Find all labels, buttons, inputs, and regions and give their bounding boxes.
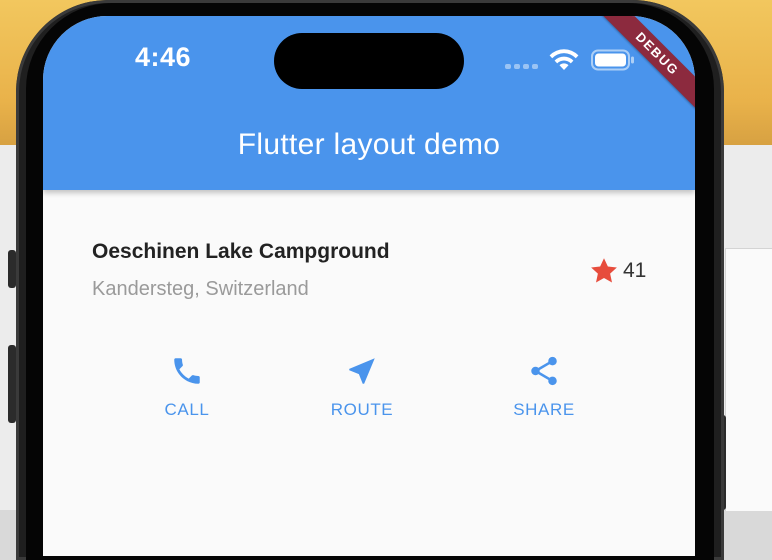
background-window-edge [725,248,772,511]
rating-count: 41 [623,259,647,282]
share-button[interactable]: SHARE [474,354,614,420]
battery-icon [591,49,634,71]
star-icon[interactable] [589,256,619,286]
navigation-icon [349,358,375,384]
dynamic-island [274,33,464,89]
route-label: ROUTE [330,400,394,419]
place-location: Kandersteg, Switzerland [92,278,309,300]
share-label: SHARE [513,400,575,419]
phone-icon [174,358,200,384]
device-volume-up-button[interactable] [8,345,16,423]
favorite-rating[interactable]: 41 [589,256,646,286]
status-bar-time: 4:46 [135,42,192,72]
wifi-icon [549,49,579,70]
share-icon [531,356,557,386]
place-name: Oeschinen Lake Campground [92,240,390,263]
call-button[interactable]: CALL [117,354,257,420]
button-section: CALL ROUTE SHARE [43,354,695,444]
cellular-signal-icon [505,64,538,69]
title-section: Oeschinen Lake Campground Kandersteg, Sw… [92,240,652,301]
route-button[interactable]: ROUTE [292,354,432,420]
app-screen: 4:46 DEBUG Flutter layout demo Oeschinen… [43,16,695,556]
app-bar-title: Flutter layout demo [237,128,501,161]
call-label: CALL [164,400,210,419]
device-silent-switch [8,250,16,288]
app-bar: 4:46 DEBUG Flutter layout demo [43,16,695,190]
